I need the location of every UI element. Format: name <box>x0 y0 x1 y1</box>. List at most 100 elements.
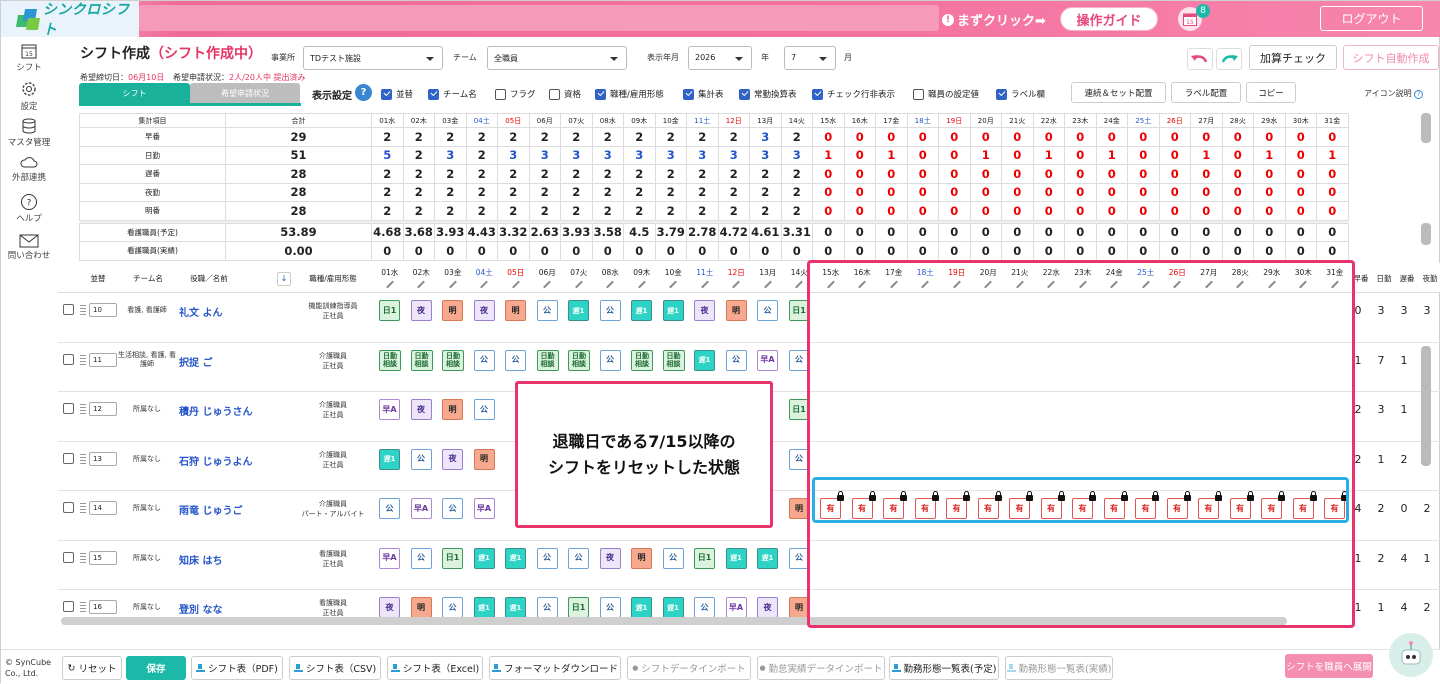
display-option-4[interactable]: 職種/雇用形態 <box>595 88 664 100</box>
order-input[interactable]: 12 <box>89 402 117 416</box>
day-column-header[interactable]: 10金 <box>658 267 690 288</box>
shift-cell[interactable]: 日勤 相談 <box>662 349 685 371</box>
pencil-icon[interactable] <box>449 280 457 288</box>
footer-button-0[interactable]: ↻ リセット <box>62 656 122 680</box>
pencil-icon[interactable] <box>417 280 425 288</box>
shift-cell[interactable]: 遅1 <box>725 547 747 569</box>
pencil-icon[interactable] <box>480 280 488 288</box>
calc-check-button[interactable]: 加算チェック <box>1249 45 1337 70</box>
drag-handle-icon[interactable] <box>80 453 86 464</box>
display-option-5[interactable]: 集計表 <box>683 88 724 100</box>
operation-guide-button[interactable]: 操作ガイド <box>1060 7 1158 31</box>
shift-cell[interactable]: 夜 <box>410 399 432 420</box>
shift-cell[interactable]: 早A <box>725 597 747 618</box>
row-checkbox[interactable] <box>63 601 74 612</box>
checkbox[interactable] <box>549 88 560 100</box>
shift-cell[interactable]: 夜 <box>757 597 778 618</box>
shift-cell[interactable]: 公 <box>536 300 558 321</box>
staff-name[interactable]: 礼文 よん <box>179 304 222 319</box>
shift-cell[interactable]: 公 <box>410 547 432 569</box>
staff-name[interactable]: 雨竜 じゅうご <box>179 502 242 517</box>
drag-handle-icon[interactable] <box>80 552 86 563</box>
publish-shift-button[interactable]: シフトを職員へ展開 <box>1285 654 1373 678</box>
order-input[interactable]: 10 <box>89 303 117 317</box>
pencil-icon[interactable] <box>606 280 614 288</box>
shift-cell[interactable]: 公 <box>473 399 495 420</box>
shift-cell[interactable]: 日1 <box>694 547 715 569</box>
pencil-icon[interactable] <box>386 280 394 288</box>
footer-button-5[interactable]: フォーマットダウンロード <box>489 656 621 680</box>
display-option-7[interactable]: チェック行非表示 <box>812 88 895 100</box>
shift-cell[interactable]: 夜 <box>379 597 400 618</box>
auto-create-button[interactable]: シフト自動作成 <box>1343 45 1439 70</box>
order-input[interactable]: 16 <box>89 600 117 614</box>
shift-cell[interactable]: 早A <box>473 498 495 519</box>
shift-cell[interactable]: 遅1 <box>505 547 526 569</box>
tab-wish-status[interactable]: 希望申請状況 <box>190 83 300 103</box>
shift-cell[interactable]: 公 <box>536 597 558 618</box>
drag-handle-icon[interactable] <box>80 602 86 612</box>
shift-cell[interactable]: 夜 <box>442 448 463 470</box>
staff-name[interactable]: 知床 はち <box>179 552 222 567</box>
shift-cell[interactable]: 公 <box>536 547 558 569</box>
grid-scrollbar[interactable] <box>1421 346 1431 466</box>
display-option-6[interactable]: 常勤換算表 <box>739 88 797 100</box>
pencil-icon[interactable] <box>795 280 803 288</box>
staff-name[interactable]: 積丹 じゅうさん <box>179 403 252 418</box>
shift-cell[interactable]: 遅1 <box>379 448 400 470</box>
shift-cell[interactable]: 日勤 相談 <box>568 349 590 371</box>
shift-cell[interactable]: 夜 <box>599 547 621 569</box>
sort-icon[interactable]: ↓ <box>277 272 291 286</box>
footer-button-8[interactable]: 勤務形態一覧表(予定) <box>889 656 999 680</box>
checkbox[interactable] <box>495 88 506 100</box>
day-column-header[interactable]: 11土 <box>689 267 721 288</box>
footer-button-6[interactable]: ● シフトデータインポート <box>627 656 751 680</box>
office-select[interactable]: TDテスト施設 <box>303 46 443 70</box>
shift-cell[interactable]: 日1 <box>379 300 400 321</box>
pencil-icon[interactable] <box>512 280 520 288</box>
shift-cell[interactable]: 明 <box>631 547 652 569</box>
footer-button-7[interactable]: ● 勤怠実績データインポート <box>757 656 885 680</box>
display-option-3[interactable]: 資格 <box>549 88 581 100</box>
row-checkbox[interactable] <box>63 403 74 414</box>
row-checkbox[interactable] <box>63 551 74 563</box>
row-checkbox[interactable] <box>63 452 74 464</box>
shift-cell[interactable]: 公 <box>725 349 747 371</box>
pencil-icon[interactable] <box>638 280 646 288</box>
footer-button-1[interactable]: 保存 <box>126 656 186 680</box>
drag-handle-icon[interactable] <box>80 305 86 315</box>
checkbox[interactable] <box>683 88 694 100</box>
checkbox[interactable] <box>996 88 1007 100</box>
day-column-header[interactable]: 12日 <box>721 267 753 288</box>
drag-handle-icon[interactable] <box>80 404 86 414</box>
shift-cell[interactable]: 日1 <box>442 547 463 569</box>
checkbox[interactable] <box>381 88 392 100</box>
shift-cell[interactable]: 日勤 相談 <box>631 349 653 371</box>
day-column-header[interactable]: 01水 <box>374 267 406 288</box>
shift-cell[interactable]: 遅1 <box>473 597 495 618</box>
sidebar-item-help[interactable]: ? ヘルプ <box>1 193 57 224</box>
shift-cell[interactable]: 遅1 <box>757 547 778 569</box>
shift-cell[interactable]: 公 <box>442 498 463 519</box>
day-column-header[interactable]: 08水 <box>595 267 627 288</box>
year-select[interactable]: 2026 <box>688 46 752 70</box>
staff-name[interactable]: 登別 なな <box>179 601 222 616</box>
pencil-icon[interactable] <box>543 280 551 288</box>
icon-legend-link[interactable]: アイコン説明 ? <box>1364 88 1424 99</box>
shift-cell[interactable]: 日勤 相談 <box>410 349 433 371</box>
checkbox[interactable] <box>428 88 439 100</box>
display-option-0[interactable]: 並替 <box>381 88 413 100</box>
shift-cell[interactable]: 遅1 <box>568 300 589 321</box>
copy-button[interactable]: コピー <box>1246 82 1296 103</box>
day-column-header[interactable]: 09木 <box>626 267 658 288</box>
assistant-robot-icon[interactable] <box>1389 633 1433 677</box>
shift-cell[interactable]: 明 <box>442 300 463 321</box>
display-option-8[interactable]: 職員の設定値 <box>913 88 979 100</box>
shift-cell[interactable]: 公 <box>505 349 526 371</box>
shift-cell[interactable]: 公 <box>379 498 400 519</box>
shift-cell[interactable]: 遅1 <box>662 597 684 618</box>
shift-cell[interactable]: 夜 <box>473 300 495 321</box>
shift-cell[interactable]: 明 <box>505 300 526 321</box>
shift-cell[interactable]: 公 <box>662 547 684 569</box>
footer-button-4[interactable]: シフト表（Excel) <box>387 656 483 680</box>
